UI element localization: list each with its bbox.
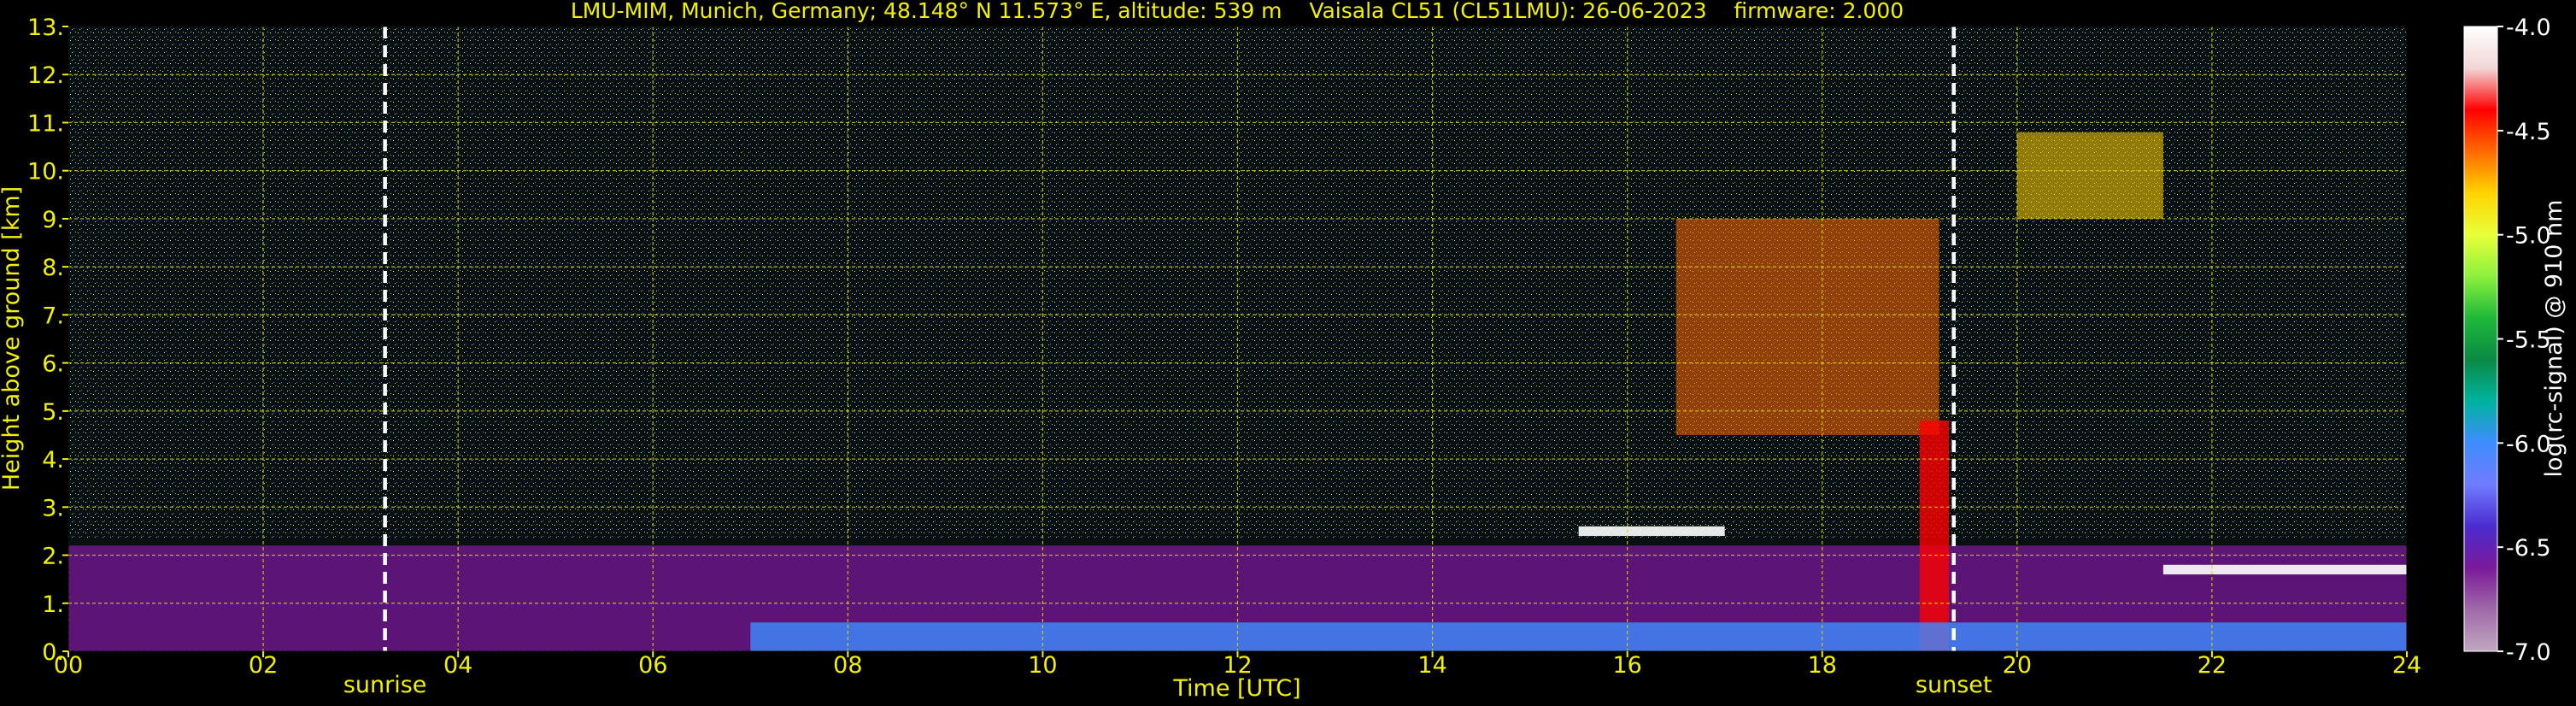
y-axis-label: Height above ground [km] bbox=[0, 186, 25, 491]
y-tick-label: 11. bbox=[27, 110, 64, 137]
x-tick-label: 04 bbox=[443, 652, 472, 679]
chart-title: LMU-MIM, Munich, Germany; 48.148° N 11.5… bbox=[571, 0, 1904, 23]
colorbar-tick-label: -4.0 bbox=[2506, 15, 2551, 41]
colorbar-scale bbox=[2463, 26, 2498, 652]
x-axis-label: Time [UTC] bbox=[1172, 675, 1300, 702]
y-tick-label: 1. bbox=[42, 591, 64, 618]
y-tick-label: 10. bbox=[27, 159, 64, 185]
y-tick-label: 0. bbox=[42, 639, 64, 666]
x-tick-label: 02 bbox=[249, 652, 278, 679]
noise-texture bbox=[68, 26, 2407, 539]
y-tick-label: 3. bbox=[42, 495, 64, 521]
x-tick-label: 20 bbox=[2003, 652, 2032, 679]
ceilometer-chart: LMU-MIM, Munich, Germany; 48.148° N 11.5… bbox=[0, 0, 2567, 702]
x-tick-label: 10 bbox=[1028, 652, 1057, 679]
sunset-label: sunset bbox=[1916, 672, 1992, 698]
sunrise-label: sunrise bbox=[343, 672, 427, 698]
x-tick-label: 08 bbox=[833, 652, 862, 679]
y-axis-ticks: 0. 1. 2. 3. 4. 5. 6. 7. 8. 9. 10. 11. 12. 13. bbox=[27, 15, 68, 666]
feature-2 bbox=[1675, 218, 1939, 435]
y-tick-label: 9. bbox=[42, 207, 64, 233]
x-tick-label: 06 bbox=[638, 652, 667, 679]
x-tick-label: 22 bbox=[2198, 652, 2227, 679]
feature-3 bbox=[1919, 421, 1950, 651]
y-tick-label: 8. bbox=[42, 255, 64, 281]
colorbar-tick-label: -4.5 bbox=[2506, 119, 2551, 145]
y-tick-label: 4. bbox=[42, 447, 64, 474]
feature-5 bbox=[2016, 132, 2163, 219]
feature-1 bbox=[1578, 526, 1725, 537]
x-tick-label: 14 bbox=[1417, 652, 1446, 679]
colorbar-label: log(rc-signal) @ 910 nm bbox=[2541, 200, 2567, 478]
y-tick-label: 5. bbox=[42, 399, 64, 426]
plot-area bbox=[68, 26, 2407, 651]
colorbar-tick-label: -6.5 bbox=[2506, 535, 2551, 562]
colorbar: -4.0-4.5-5.0-5.5-6.0-6.5-7.0 bbox=[2463, 15, 2551, 666]
surface-layer bbox=[750, 622, 2407, 651]
x-tick-label: 24 bbox=[2392, 652, 2421, 679]
event-labels: sunrise sunset bbox=[343, 672, 1992, 698]
x-tick-label: 16 bbox=[1612, 652, 1641, 679]
y-tick-label: 12. bbox=[27, 62, 64, 89]
feature-4 bbox=[2162, 564, 2407, 575]
y-tick-label: 7. bbox=[42, 303, 64, 329]
y-tick-label: 2. bbox=[42, 544, 64, 570]
y-tick-label: 6. bbox=[42, 351, 64, 378]
colorbar-tick-label: -7.0 bbox=[2506, 639, 2551, 666]
y-tick-label: 13. bbox=[27, 15, 64, 41]
x-tick-label: 18 bbox=[1808, 652, 1837, 679]
